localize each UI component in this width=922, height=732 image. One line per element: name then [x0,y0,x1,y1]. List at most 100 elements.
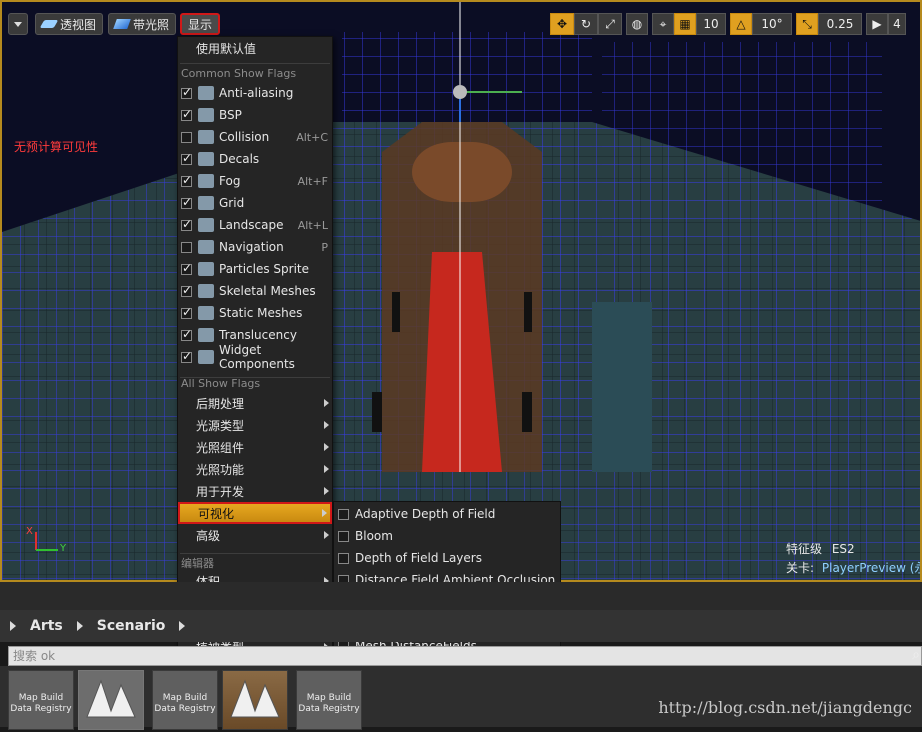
widget-components-icon [198,350,214,364]
level-info: 关卡: PlayerPreview (永久 [786,559,920,576]
lit-label: 带光照 [133,17,170,32]
landscape-icon [198,218,214,232]
asset-tile-grid: Map Build Data Registry Map Build Data R… [0,666,922,730]
menu-item-skeletal-meshes[interactable]: Skeletal Meshes [178,280,332,302]
scale-snap-icon[interactable]: ⤡ [796,13,818,35]
menu-item-label: 可视化 [198,506,235,521]
checkbox[interactable] [181,195,192,209]
submenu-item-depth-of-field-layers[interactable]: Depth of Field Layers [334,547,560,569]
menu-item-all-2[interactable]: 光源类型 [178,414,332,436]
surface-snap-icon[interactable]: ⌖ [652,13,674,35]
checkbox[interactable] [338,530,349,542]
asset-tile[interactable]: Map Build Data Registry [296,670,362,730]
menu-item-navigation[interactable]: Navigation P [178,236,332,258]
checkbox[interactable] [181,217,192,231]
checkbox[interactable] [338,508,349,520]
checkbox[interactable] [181,283,192,297]
menu-item-decals[interactable]: Decals [178,148,332,170]
viewport-status-label: 无预计算可见性 [14,140,99,154]
chevron-down-icon [14,21,22,27]
path-arrow-icon [76,621,83,631]
checkbox[interactable] [181,151,192,165]
level-viewport[interactable]: 透视图 带光照 显示 ✥ ↻ ⤢ ◍ ⌖ ▦ 10 △ 10° ⤡ 0.25 ▶… [0,0,922,582]
world-local-icon[interactable]: ◍ [626,13,648,35]
menu-item-label: Bloom [355,529,393,543]
rotation-snap-icon[interactable]: △ [730,13,752,35]
asset-tile[interactable]: Map Build Data Registry [8,670,74,730]
camera-speed-value[interactable]: 4 [888,13,906,35]
menu-item-bsp[interactable]: BSP [178,104,332,126]
content-search-input[interactable]: 搜索 ok [8,646,922,666]
checkbox[interactable] [181,131,192,143]
menu-item-grid[interactable]: Grid [178,192,332,214]
translate-mode-icon[interactable]: ✥ [550,13,574,35]
search-icon[interactable]: ⌕ [912,647,920,663]
decals-icon [198,152,214,166]
checkbox[interactable] [181,85,192,99]
menu-item-static-meshes[interactable]: Static Meshes [178,302,332,324]
checkbox[interactable] [181,241,192,253]
asset-tile[interactable]: Map Build Data Registry [152,670,218,730]
menu-item-all-3[interactable]: 光照组件 [178,436,332,458]
checkbox[interactable] [181,261,192,275]
menu-item-label: Collision [219,130,270,144]
level-value: PlayerPreview (永久 [821,561,920,575]
menu-item-label: 光源类型 [196,418,245,433]
checkbox[interactable] [181,349,192,363]
grid-snap-icon[interactable]: ▦ [674,13,696,35]
perspective-button[interactable]: 透视图 [35,13,104,35]
menu-item-label: 光照组件 [196,440,245,455]
scale-mode-icon[interactable]: ⤢ [598,13,622,35]
menu-item-label: Static Meshes [219,306,303,320]
static-meshes-icon [198,306,214,320]
anti-aliasing-icon [198,86,214,100]
menu-item-collision[interactable]: Collision Alt+C [178,126,332,148]
camera-speed-icon[interactable]: ▶ [866,13,888,35]
menu-item-use-defaults[interactable]: 使用默认值 [178,37,332,59]
menu-item-anti-aliasing[interactable]: Anti-aliasing [178,82,332,104]
asset-tile[interactable] [78,670,144,730]
path-segment-arts[interactable]: Arts [30,618,63,634]
menu-item-label: Depth of Field Layers [355,551,482,565]
menu-item-label: Widget Components [219,343,295,371]
viewport-options-button[interactable] [8,13,28,35]
grid-icon [198,196,214,210]
editor-flags-header: 编辑器 [181,557,214,570]
path-segment-scenario[interactable]: Scenario [97,618,166,634]
menu-item-all-1[interactable]: 后期处理 [178,392,332,414]
checkbox[interactable] [181,305,192,319]
feature-level-info: 特征级 ES2 [786,540,855,557]
checkbox[interactable] [181,173,192,187]
use-defaults-label: 使用默认值 [196,41,257,56]
menu-item-fog[interactable]: Fog Alt+F [178,170,332,192]
submenu-item-adaptive-depth-of-field[interactable]: Adaptive Depth of Field [334,503,560,525]
collision-icon [198,130,214,144]
submenu-item-bloom[interactable]: Bloom [334,525,560,547]
menu-item-landscape[interactable]: Landscape Alt+L [178,214,332,236]
menu-item-particles-sprite[interactable]: Particles Sprite [178,258,332,280]
checkbox[interactable] [181,107,192,121]
menu-divider [180,553,330,554]
show-button[interactable]: 显示 [180,13,221,35]
common-flags-header: Common Show Flags [181,67,297,80]
menu-item-label: 后期处理 [196,396,245,411]
checkbox[interactable] [338,552,349,564]
rotation-snap-value[interactable]: 10° [752,13,792,35]
menu-item-widget-components[interactable]: Widget Components [178,343,332,371]
menu-item-label: Particles Sprite [219,262,309,276]
menu-item-all-7[interactable]: 高级 [178,524,332,546]
rotate-mode-icon[interactable]: ↻ [574,13,598,35]
perspective-icon [39,20,59,28]
checkbox[interactable] [181,327,192,341]
menu-item-all-4[interactable]: 光照功能 [178,458,332,480]
lit-button[interactable]: 带光照 [108,13,177,35]
chevron-right-icon [324,531,329,539]
asset-tile[interactable] [222,670,288,730]
menu-item-all-5[interactable]: 用于开发 [178,480,332,502]
shortcut-label: Alt+C [296,130,328,144]
menu-item-label: Decals [219,152,260,166]
menu-item-all-6[interactable]: 可视化 [178,502,332,524]
lit-cube-icon [113,19,131,29]
scale-snap-value[interactable]: 0.25 [818,13,862,35]
grid-size-value[interactable]: 10 [696,13,726,35]
